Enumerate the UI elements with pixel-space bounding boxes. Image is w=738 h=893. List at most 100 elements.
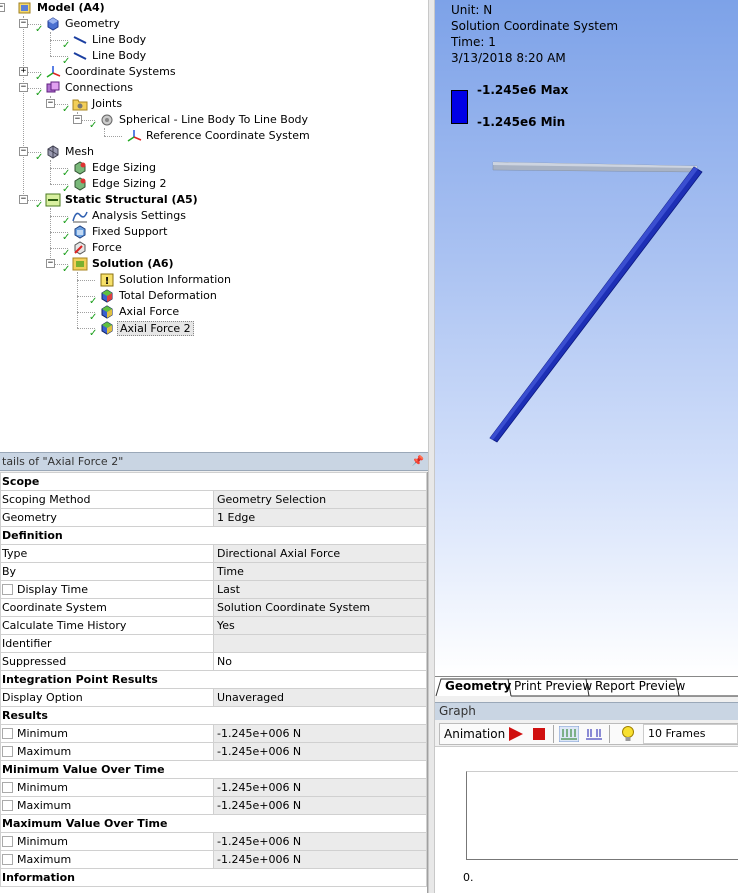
tab-print-preview[interactable]: Print Preview — [514, 678, 592, 696]
tree-item-spherical-joint[interactable]: Spherical - Line Body To Line Body — [99, 112, 310, 128]
parameter-checkbox[interactable] — [2, 584, 13, 595]
collapse-model-toggle[interactable]: − — [0, 3, 5, 12]
graphics-viewport[interactable]: Unit: N Solution Coordinate System Time:… — [435, 0, 738, 676]
result-sets-icon[interactable] — [584, 726, 604, 742]
details-row[interactable]: Maximum -1.245e+006 N — [0, 796, 427, 815]
tree-label: Axial Force 2 — [117, 320, 194, 336]
details-row[interactable]: Calculate Time History Yes — [0, 616, 427, 635]
tree-item-axial-force[interactable]: Axial Force — [99, 304, 181, 320]
tree-item-connections[interactable]: Connections — [45, 80, 135, 96]
tree-item-edge-sizing[interactable]: Edge Sizing — [72, 160, 158, 176]
parameter-checkbox[interactable] — [2, 746, 13, 757]
frames-select[interactable]: 10 Frames — [648, 727, 706, 740]
property-value[interactable]: -1.245e+006 N — [213, 796, 427, 815]
tree-item-mesh[interactable]: Mesh — [45, 144, 96, 160]
property-value[interactable]: -1.245e+006 N — [213, 832, 427, 851]
details-section-header[interactable]: Results — [0, 706, 427, 725]
tree-item-total-deformation[interactable]: Total Deformation — [99, 288, 219, 304]
collapse-mesh-toggle[interactable]: − — [19, 147, 28, 156]
parameter-checkbox[interactable] — [2, 854, 13, 865]
tree-label: Analysis Settings — [92, 209, 186, 222]
tab-geometry[interactable]: Geometry — [445, 678, 511, 696]
tree-item-solution[interactable]: Solution (A6) — [72, 256, 176, 272]
collapse-spherical-toggle[interactable]: − — [73, 115, 82, 124]
distributed-frames-icon[interactable] — [559, 726, 579, 742]
property-value[interactable]: Geometry Selection — [213, 490, 427, 509]
property-value[interactable]: Last — [213, 580, 427, 599]
details-section-header[interactable]: Integration Point Results — [0, 670, 427, 689]
property-label: By — [2, 565, 17, 578]
tree-label: Line Body — [92, 33, 147, 46]
tab-report-preview[interactable]: Report Preview — [595, 678, 685, 696]
details-row[interactable]: Scoping Method Geometry Selection — [0, 490, 427, 509]
tree-item-model[interactable]: Model (A4) — [17, 0, 107, 16]
tree-item-joints[interactable]: Joints — [72, 96, 124, 112]
vertical-splitter[interactable] — [428, 0, 435, 893]
stop-icon[interactable] — [532, 727, 546, 741]
details-section-header[interactable]: Maximum Value Over Time — [0, 814, 427, 833]
details-row[interactable]: Geometry 1 Edge — [0, 508, 427, 527]
details-row[interactable]: Maximum -1.245e+006 N — [0, 850, 427, 869]
tree-item-solution-information[interactable]: ! Solution Information — [99, 272, 233, 288]
property-value[interactable]: Yes — [213, 616, 427, 635]
collapse-solution-toggle[interactable]: − — [46, 259, 55, 268]
tree-item-static-structural[interactable]: Static Structural (A5) — [45, 192, 200, 208]
details-row[interactable]: Type Directional Axial Force — [0, 544, 427, 563]
details-row[interactable]: Suppressed No — [0, 652, 427, 671]
details-row[interactable]: Display Time Last — [0, 580, 427, 599]
tree-item-reference-coordinate-system[interactable]: Reference Coordinate System — [126, 128, 312, 144]
property-label: Suppressed — [2, 655, 67, 668]
graph-title-bar: Graph — [435, 702, 738, 720]
property-value[interactable]: Time — [213, 562, 427, 581]
property-value[interactable]: -1.245e+006 N — [213, 778, 427, 797]
tree-item-analysis-settings[interactable]: Analysis Settings — [72, 208, 188, 224]
tree-label: Axial Force — [119, 305, 180, 318]
parameter-checkbox[interactable] — [2, 782, 13, 793]
tree-item-edge-sizing-2[interactable]: Edge Sizing 2 — [72, 176, 169, 192]
details-row[interactable]: Minimum -1.245e+006 N — [0, 778, 427, 797]
property-value[interactable] — [213, 634, 427, 653]
details-section-header[interactable]: Scope — [0, 472, 427, 491]
details-section-header[interactable]: Minimum Value Over Time — [0, 760, 427, 779]
tree-item-geometry[interactable]: Geometry — [45, 16, 122, 32]
property-value[interactable]: Directional Axial Force — [213, 544, 427, 563]
model-icon — [17, 1, 33, 15]
tree-item-line-body[interactable]: Line Body — [72, 32, 148, 48]
collapse-static-structural-toggle[interactable]: − — [19, 195, 28, 204]
pin-icon[interactable]: 📌 — [412, 453, 424, 471]
details-row[interactable]: By Time — [0, 562, 427, 581]
details-section-header[interactable]: Information — [0, 868, 427, 887]
details-row[interactable]: Display Option Unaveraged — [0, 688, 427, 707]
animation-label: Animation — [444, 727, 506, 741]
property-value[interactable]: Solution Coordinate System — [213, 598, 427, 617]
tree-item-coordinate-systems[interactable]: Coordinate Systems — [45, 64, 178, 80]
tree-item-line-body-2[interactable]: Line Body — [72, 48, 148, 64]
property-value[interactable]: -1.245e+006 N — [213, 742, 427, 761]
collapse-geometry-toggle[interactable]: − — [19, 19, 28, 28]
expand-coordinate-systems-toggle[interactable]: + — [19, 67, 28, 76]
mesh-icon — [45, 145, 61, 159]
property-value[interactable]: Unaveraged — [213, 688, 427, 707]
details-row[interactable]: Minimum -1.245e+006 N — [0, 724, 427, 743]
details-row[interactable]: Coordinate System Solution Coordinate Sys… — [0, 598, 427, 617]
tree-item-fixed-support[interactable]: Fixed Support — [72, 224, 170, 240]
tree-item-force[interactable]: Force — [72, 240, 124, 256]
details-section-header[interactable]: Definition — [0, 526, 427, 545]
property-label: Identifier — [2, 637, 52, 650]
details-row[interactable]: Identifier — [0, 634, 427, 653]
details-row[interactable]: Minimum -1.245e+006 N — [0, 832, 427, 851]
collapse-joints-toggle[interactable]: − — [46, 99, 55, 108]
property-value[interactable]: No — [213, 652, 427, 671]
tree-item-axial-force-2[interactable]: Axial Force 2 — [99, 320, 194, 336]
property-value[interactable]: -1.245e+006 N — [213, 724, 427, 743]
property-value[interactable]: 1 Edge — [213, 508, 427, 527]
play-icon[interactable] — [507, 726, 525, 742]
property-value[interactable]: -1.245e+006 N — [213, 850, 427, 869]
details-row[interactable]: Maximum -1.245e+006 N — [0, 742, 427, 761]
parameter-checkbox[interactable] — [2, 836, 13, 847]
collapse-connections-toggle[interactable]: − — [19, 83, 28, 92]
parameter-checkbox[interactable] — [2, 800, 13, 811]
lightbulb-icon[interactable] — [621, 725, 635, 743]
property-label: Maximum — [17, 745, 72, 758]
parameter-checkbox[interactable] — [2, 728, 13, 739]
